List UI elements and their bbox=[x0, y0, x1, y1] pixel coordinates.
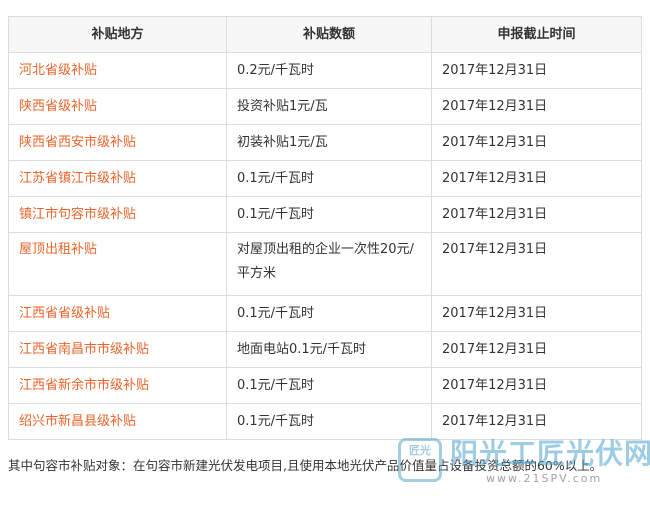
cell-amount: 0.1元/千瓦时 bbox=[226, 403, 432, 440]
header-place: 补贴地方 bbox=[8, 16, 227, 53]
cell-amount: 0.2元/千瓦时 bbox=[226, 52, 432, 89]
cell-deadline: 2017年12月31日 bbox=[431, 88, 642, 125]
cell-amount: 0.1元/千瓦时 bbox=[226, 196, 432, 233]
cell-amount: 地面电站0.1元/千瓦时 bbox=[226, 331, 432, 368]
cell-deadline: 2017年12月31日 bbox=[431, 403, 642, 440]
cell-deadline: 2017年12月31日 bbox=[431, 52, 642, 89]
table-row: 屋顶出租补贴 对屋顶出租的企业一次性20元/平方米 2017年12月31日 bbox=[8, 232, 642, 296]
cell-amount: 对屋顶出租的企业一次性20元/平方米 bbox=[226, 232, 432, 296]
table-row: 江西省省级补贴 0.1元/千瓦时 2017年12月31日 bbox=[8, 295, 642, 332]
cell-amount: 投资补贴1元/瓦 bbox=[226, 88, 432, 125]
cell-deadline: 2017年12月31日 bbox=[431, 160, 642, 197]
cell-amount: 0.1元/千瓦时 bbox=[226, 367, 432, 404]
cell-place: 镇江市句容市级补贴 bbox=[8, 196, 227, 233]
cell-place: 江西省新余市市级补贴 bbox=[8, 367, 227, 404]
cell-amount: 初装补贴1元/瓦 bbox=[226, 124, 432, 161]
cell-deadline: 2017年12月31日 bbox=[431, 295, 642, 332]
cell-deadline: 2017年12月31日 bbox=[431, 367, 642, 404]
header-deadline: 申报截止时间 bbox=[431, 16, 642, 53]
subsidy-note: 其中句容市补贴对象：在句容市新建光伏发电项目,且使用本地光伏产品价值量占设备投资… bbox=[8, 457, 603, 473]
cell-place: 陕西省西安市级补贴 bbox=[8, 124, 227, 161]
table-row: 河北省级补贴 0.2元/千瓦时 2017年12月31日 bbox=[8, 52, 642, 89]
cell-deadline: 2017年12月31日 bbox=[431, 124, 642, 161]
table-row: 绍兴市新昌县级补贴 0.1元/千瓦时 2017年12月31日 bbox=[8, 403, 642, 440]
cell-place: 江苏省镇江市级补贴 bbox=[8, 160, 227, 197]
cell-amount: 0.1元/千瓦时 bbox=[226, 295, 432, 332]
header-amount: 补贴数额 bbox=[226, 16, 432, 53]
cell-place: 绍兴市新昌县级补贴 bbox=[8, 403, 227, 440]
cell-place: 陕西省级补贴 bbox=[8, 88, 227, 125]
cell-deadline: 2017年12月31日 bbox=[431, 196, 642, 233]
cell-place: 江西省省级补贴 bbox=[8, 295, 227, 332]
cell-place: 屋顶出租补贴 bbox=[8, 232, 227, 296]
table-row: 江苏省镇江市级补贴 0.1元/千瓦时 2017年12月31日 bbox=[8, 160, 642, 197]
table-row: 江西省南昌市市级补贴 地面电站0.1元/千瓦时 2017年12月31日 bbox=[8, 331, 642, 368]
subsidy-table: 补贴地方 补贴数额 申报截止时间 河北省级补贴 0.2元/千瓦时 2017年12… bbox=[8, 16, 642, 440]
table-row: 江西省新余市市级补贴 0.1元/千瓦时 2017年12月31日 bbox=[8, 367, 642, 404]
table-row: 陕西省级补贴 投资补贴1元/瓦 2017年12月31日 bbox=[8, 88, 642, 125]
cell-deadline: 2017年12月31日 bbox=[431, 331, 642, 368]
table-header-row: 补贴地方 补贴数额 申报截止时间 bbox=[8, 16, 642, 53]
cell-amount: 0.1元/千瓦时 bbox=[226, 160, 432, 197]
cell-deadline: 2017年12月31日 bbox=[431, 232, 642, 296]
table-row: 镇江市句容市级补贴 0.1元/千瓦时 2017年12月31日 bbox=[8, 196, 642, 233]
cell-place: 河北省级补贴 bbox=[8, 52, 227, 89]
table-row: 陕西省西安市级补贴 初装补贴1元/瓦 2017年12月31日 bbox=[8, 124, 642, 161]
cell-place: 江西省南昌市市级补贴 bbox=[8, 331, 227, 368]
subsidy-table-container: 补贴地方 补贴数额 申报截止时间 河北省级补贴 0.2元/千瓦时 2017年12… bbox=[8, 16, 642, 440]
